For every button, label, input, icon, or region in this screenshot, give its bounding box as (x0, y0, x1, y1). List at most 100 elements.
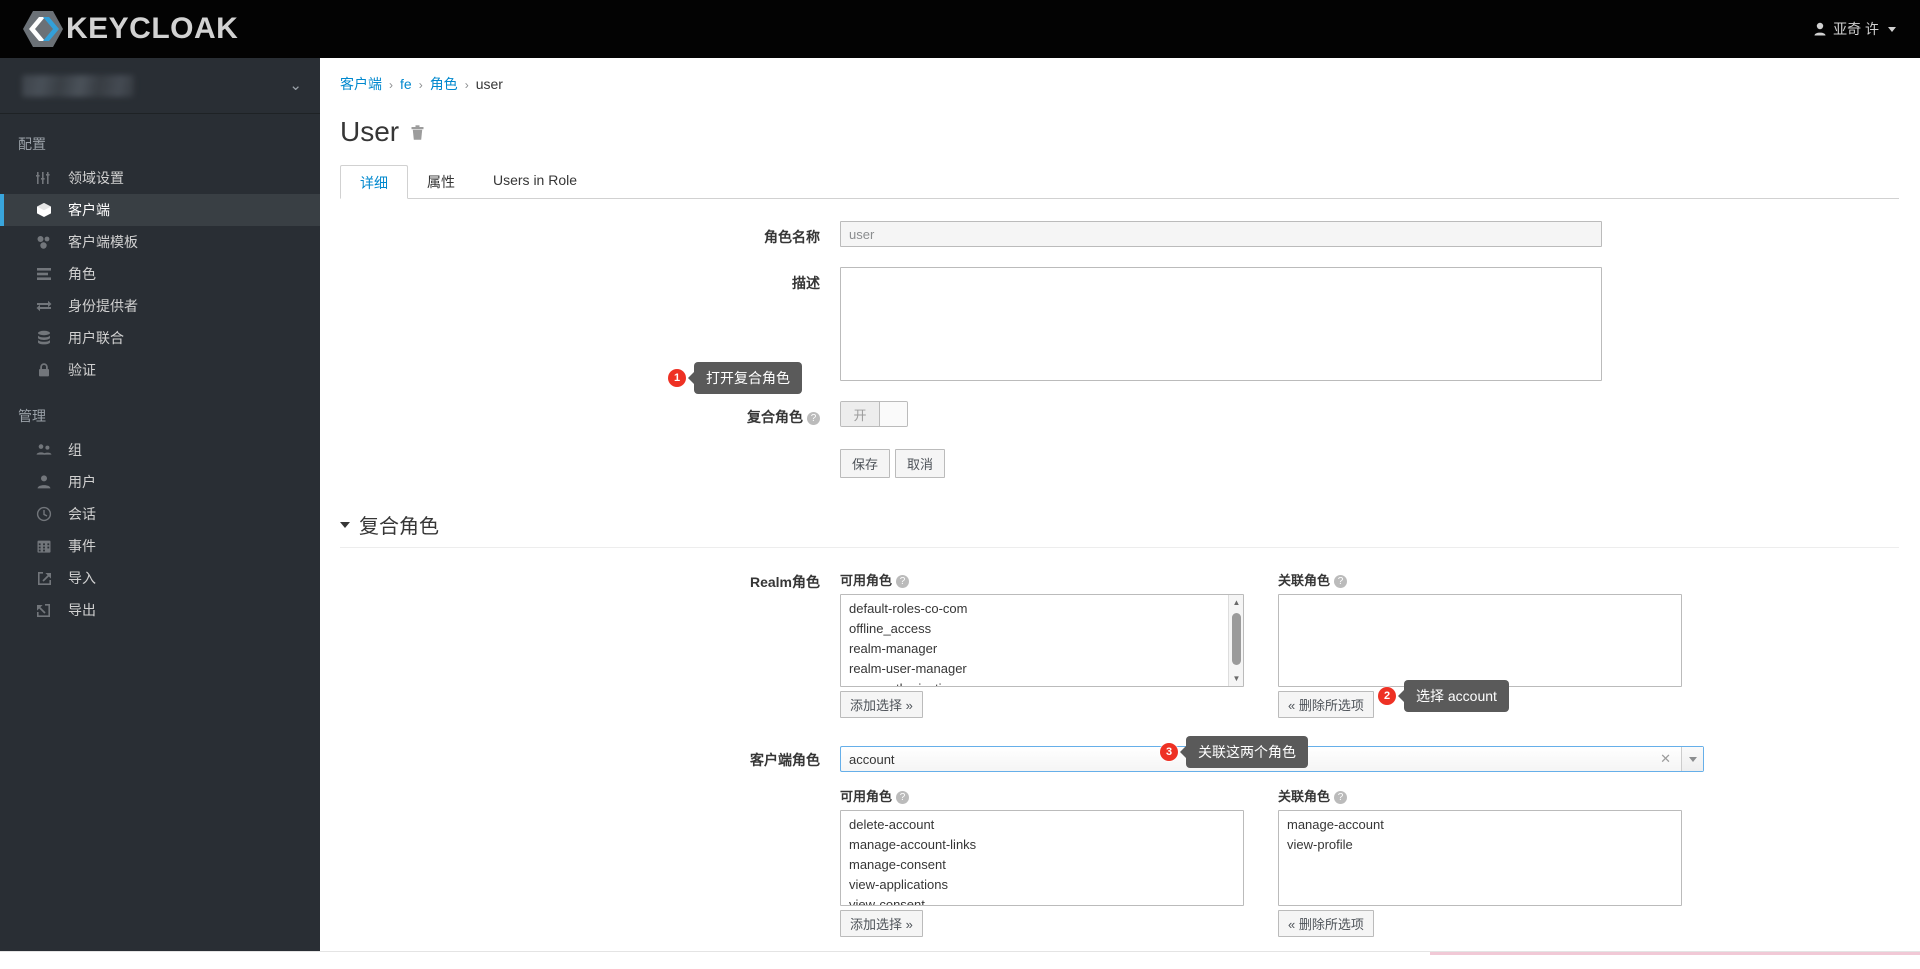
bottom-strip (0, 951, 1920, 969)
role-name-label: 角色名称 (764, 229, 820, 245)
sidebar-item-1-管理[interactable]: 用户 (0, 466, 320, 498)
role-option[interactable]: view-consent (841, 895, 1243, 905)
breadcrumb-separator: › (389, 78, 393, 92)
realm-available-roles-list[interactable]: default-roles-co-com offline_access realm-… (840, 594, 1244, 687)
scroll-up-arrow-icon[interactable]: ▲ (1229, 595, 1243, 610)
composite-roles-section-title: 复合角色 (359, 516, 439, 538)
breadcrumb-item-2[interactable]: 角色 (430, 76, 458, 92)
sidebar-item-label: 用户联合 (68, 330, 124, 346)
breadcrumb-item-3: user (475, 76, 503, 92)
sidebar-item-4-管理[interactable]: 导入 (0, 562, 320, 594)
help-circle-icon[interactable]: ? (896, 575, 910, 588)
sidebar-item-1-配置[interactable]: 客户端 (0, 194, 320, 226)
help-circle-icon[interactable]: ? (1334, 791, 1348, 804)
help-circle-icon[interactable]: ? (807, 412, 820, 425)
page-title-text: User (340, 116, 400, 147)
role-option[interactable]: realm-user-manager (841, 659, 1243, 679)
client-available-roles-list[interactable]: delete-account manage-account-links manage… (840, 810, 1244, 906)
role-option[interactable]: delete-account (841, 815, 1243, 835)
sidebar-group-label: 配置 (18, 136, 46, 152)
realm-roles-row: Realm角色 可用角色? default-roles-co-com offlin… (320, 570, 1920, 718)
role-name-input[interactable] (840, 221, 1602, 247)
role-option[interactable]: uma_authorization (841, 679, 1243, 686)
sidebar-group-label: 管理 (18, 408, 46, 424)
sidebar-item-3-配置[interactable]: 角色 (0, 258, 320, 290)
composite-switch[interactable]: 开 (840, 401, 908, 427)
composite-switch-knob (880, 402, 907, 426)
save-button[interactable]: 保存 (840, 449, 891, 478)
scroll-down-arrow-icon[interactable]: ▼ (1229, 671, 1243, 686)
realm-associated-roles-label: 关联角色? (1278, 570, 1682, 589)
client-associated-roles-list[interactable]: manage-account view-profile (1278, 810, 1682, 906)
role-detail-form: 角色名称 描述 复合角色? 开 保存 取消 (320, 221, 1920, 478)
realm-available-roles-panel: 可用角色? default-roles-co-com offline_access… (840, 570, 1244, 718)
sidebar-item-0-配置[interactable]: 领域设置 (0, 162, 320, 194)
sidebar-item-3-管理[interactable]: 事件 (0, 530, 320, 562)
help-circle-icon[interactable]: ? (1334, 575, 1348, 588)
composite-roles-section-header[interactable]: 复合角色 (340, 510, 1899, 548)
client-available-roles-panel: 可用角色? delete-account manage-account-links… (840, 786, 1244, 937)
help-circle-icon[interactable]: ? (896, 791, 910, 804)
role-option[interactable]: manage-consent (841, 855, 1243, 875)
realm-selector[interactable]: ⌄ (0, 58, 320, 114)
realm-available-roles-label-text: 可用角色 (840, 573, 893, 588)
client-available-roles-label-text: 可用角色 (840, 789, 893, 804)
sidebar-item-0-管理[interactable]: 组 (0, 434, 320, 466)
brand[interactable]: KEYCLOAK (22, 8, 238, 50)
client-select-value: account (849, 751, 895, 767)
role-option[interactable]: manage-account (1279, 815, 1681, 835)
sidebar-item-6-配置[interactable]: 验证 (0, 354, 320, 386)
scrollbar[interactable]: ▲ ▼ (1228, 595, 1243, 686)
realm-add-selected-button[interactable]: 添加选择 » (840, 691, 923, 718)
sidebar-item-4-配置[interactable]: 身份提供者 (0, 290, 320, 322)
realm-associated-roles-list[interactable] (1278, 594, 1682, 687)
role-option[interactable]: realm-manager (841, 639, 1243, 659)
client-roles-lists: 可用角色? delete-account manage-account-links… (840, 786, 1704, 937)
breadcrumb: 客户端 › fe › 角色 › user (320, 58, 1920, 94)
tab-0[interactable]: 详细 (340, 165, 408, 199)
callout-3-badge: 3 (1160, 743, 1178, 761)
callout-1-badge: 1 (668, 369, 686, 387)
callout-1-tooltip: 打开复合角色 (694, 362, 802, 394)
description-textarea[interactable] (840, 267, 1602, 381)
sidebar-item-label: 组 (68, 442, 82, 458)
page-title: User (320, 94, 1920, 148)
tab-bar: 详细 属性 Users in Role (340, 165, 1899, 199)
caret-down-icon[interactable] (1681, 747, 1703, 771)
role-option[interactable]: manage-account-links (841, 835, 1243, 855)
breadcrumb-separator: › (418, 78, 423, 92)
user-icon (34, 474, 54, 490)
sidebar-item-5-管理[interactable]: 导出 (0, 594, 320, 626)
role-option[interactable]: offline_access (841, 619, 1243, 639)
breadcrumb-item-0[interactable]: 客户端 (340, 76, 382, 92)
tab-1[interactable]: 属性 (408, 165, 474, 198)
exchange-icon (34, 298, 54, 314)
role-option[interactable]: view-applications (841, 875, 1243, 895)
database-icon (34, 330, 54, 346)
realm-remove-selected-button[interactable]: « 删除所选项 (1278, 691, 1374, 718)
client-add-selected-button[interactable]: 添加选择 » (840, 910, 923, 937)
form-row-role-name: 角色名称 (320, 221, 1920, 247)
sidebar-item-5-配置[interactable]: 用户联合 (0, 322, 320, 354)
client-remove-selected-button[interactable]: « 删除所选项 (1278, 910, 1374, 937)
trash-icon[interactable] (410, 116, 425, 148)
sidebar-item-2-管理[interactable]: 会话 (0, 498, 320, 530)
bottom-accent-bar (1430, 952, 1920, 955)
users-icon (34, 442, 54, 458)
client-roles-row: 客户端角色 account ✕ 可用角色? delete-account mana… (320, 746, 1920, 937)
user-menu[interactable]: 亚奇 许 (1814, 0, 1896, 58)
sidebar-item-label: 用户 (68, 474, 96, 490)
breadcrumb-item-1[interactable]: fe (400, 76, 412, 92)
cancel-button[interactable]: 取消 (895, 449, 946, 478)
role-option[interactable]: view-profile (1279, 835, 1681, 855)
form-row-description: 描述 (320, 267, 1920, 381)
role-option[interactable]: default-roles-co-com (841, 599, 1243, 619)
sidebar-item-2-配置[interactable]: 客户端模板 (0, 226, 320, 258)
scrollbar-thumb[interactable] (1232, 613, 1241, 665)
user-name: 亚奇 许 (1833, 21, 1879, 37)
tab-2[interactable]: Users in Role (474, 165, 596, 198)
clock-icon (34, 506, 54, 522)
realm-associated-roles-label-text: 关联角色 (1278, 573, 1331, 588)
clear-x-icon[interactable]: ✕ (1660, 751, 1681, 767)
callout-1: 1 打开复合角色 (668, 362, 802, 394)
